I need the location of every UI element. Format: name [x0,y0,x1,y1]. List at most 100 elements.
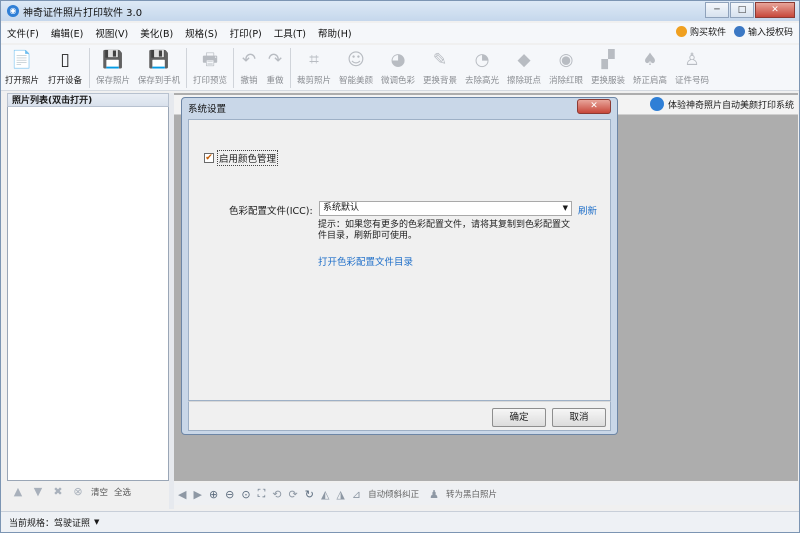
title-bar[interactable]: ◉ 神奇证件照片打印软件 3.0 ─ □ ✕ [1,1,799,21]
correct-shoulder-label: 矫正肩高 [632,76,667,86]
hint-text: 提示：如果您有更多的色彩配置文件，请将其复制到色彩配置文件目录，刷新即可使用。 [318,220,571,241]
to-bw-button[interactable]: 转为黑白照片 [446,488,497,500]
menu-tools[interactable]: 工具(T) [268,26,312,40]
menu-help[interactable]: 帮助(H) [312,26,358,40]
clear-button[interactable]: 清空 [91,486,108,498]
undo-label: 撤销 [240,76,258,86]
icc-profile-value: 系统默认 [323,203,360,213]
zoom-fit-icon[interactable]: ⊙ [241,488,250,501]
flip-horizontal-icon[interactable]: ◭ [321,488,329,501]
clothes-icon: ▞ [601,50,615,70]
toolbar-separator [233,48,234,88]
open-device-button[interactable]: ▯ 打开设备 [43,45,87,91]
remove-icon[interactable]: ⊗ [71,485,85,499]
id-number-label: 证件号码 [674,76,709,86]
license-link[interactable]: 输入授权码 [748,25,793,38]
menu-print[interactable]: 打印(P) [224,26,268,40]
menu-spec[interactable]: 规格(S) [179,26,223,40]
close-button[interactable]: ✕ [755,2,795,18]
undo-button[interactable]: ↶ 撤销 [236,45,262,91]
menu-view[interactable]: 视图(V) [89,26,134,40]
erase-spots-button[interactable]: ◆ 擦除斑点 [503,45,545,91]
minimize-button[interactable]: ─ [705,2,729,18]
save-to-phone-button[interactable]: 💾 保存到手机 [134,45,184,91]
menu-beautify[interactable]: 美化(B) [134,26,179,40]
move-up-icon[interactable]: ▲ [11,485,25,499]
zoom-out-icon[interactable]: ⊖ [225,488,234,501]
save-to-phone-label: 保存到手机 [137,76,181,86]
previous-icon[interactable]: ◀ [178,488,186,501]
toolbar-separator [89,48,90,88]
print-preview-icon: 🖶 [201,50,219,70]
dialog-close-button[interactable]: ✕ [577,99,611,114]
print-preview-button[interactable]: 🖶 打印预览 [189,45,231,91]
user-icon [733,26,745,37]
app-logo-icon: ◉ [7,5,19,17]
id-number-button[interactable]: ♙ 证件号码 [671,45,713,91]
toolbar-separator [290,48,291,88]
fullscreen-icon[interactable]: ⛶ [258,487,266,501]
erase-spots-label: 擦除斑点 [506,76,541,86]
redo-button[interactable]: ↷ 重做 [262,45,288,91]
chevron-down-icon[interactable]: ▼ [94,518,99,526]
promo-link[interactable]: 体验神奇照片自动美颜打印系统 [649,97,794,111]
next-icon[interactable]: ▶ [193,488,201,501]
smart-beauty-button[interactable]: ☺ 智能美颜 [335,45,377,91]
refresh-link[interactable]: 刷新 [578,203,597,217]
remove-highlight-button[interactable]: ◔ 去除高光 [461,45,503,91]
menu-file[interactable]: 文件(F) [1,26,45,40]
ok-button[interactable]: 确定 [492,408,546,427]
cancel-button[interactable]: 取消 [552,408,606,427]
menu-bar: 文件(F) 编辑(E) 视图(V) 美化(B) 规格(S) 打印(P) 工具(T… [1,23,799,43]
crop-photo-button[interactable]: ⌗ 裁剪照片 [293,45,335,91]
system-settings-dialog: 系统设置 ✕ ✔ 启用颜色管理 色彩配置文件(ICC): 系统默认 ▼ 刷新 提… [181,97,618,435]
adjust-color-button[interactable]: ◕ 微调色彩 [377,45,419,91]
open-photo-icon: 📄 [11,50,33,70]
remove-highlight-label: 去除高光 [464,76,499,86]
brush-icon: ✎ [432,50,448,70]
id-number-icon: ♙ [684,50,700,70]
edit-toolbar: ◀ ▶ ⊕ ⊖ ⊙ ⛶ ⟲ ⟳ ↻ ◭ ◮ ⊿ 自动倾斜纠正 ♟ 转为黑白照片 [174,483,798,505]
dialog-body: ✔ 启用颜色管理 色彩配置文件(ICC): 系统默认 ▼ 刷新 提示：如果您有更… [188,119,611,401]
zoom-in-icon[interactable]: ⊕ [209,488,218,501]
open-device-label: 打开设备 [47,76,82,86]
printer-app-icon [649,97,664,111]
move-down-icon[interactable]: ▼ [31,485,45,499]
enable-color-checkbox[interactable]: ✔ [204,153,214,163]
save-photo-button[interactable]: 💾 保存照片 [92,45,134,91]
rotate-left-icon[interactable]: ⟲ [272,488,281,501]
person-icon: ♟ [429,487,439,501]
refresh-icon[interactable]: ↻ [305,488,314,501]
dialog-footer: 确定 取消 [188,401,611,431]
redo-label: 重做 [266,76,284,86]
select-all-button[interactable]: 全选 [114,486,131,498]
photo-list[interactable] [7,107,169,481]
open-photo-button[interactable]: 📄 打开照片 [1,45,43,91]
enable-color-management-row[interactable]: ✔ 启用颜色管理 [204,150,279,166]
remove-redeye-label: 消除红眼 [548,76,583,86]
eye-icon: ◉ [558,50,574,70]
open-photo-label: 打开照片 [4,76,39,86]
highlight-remove-icon: ◔ [474,50,490,70]
auto-skew-icon: ⊿ [351,487,362,501]
dialog-title-bar[interactable]: 系统设置 ✕ [182,98,617,118]
flip-vertical-icon[interactable]: ◮ [336,488,344,501]
beauty-icon: ☺ [347,50,365,70]
maximize-button[interactable]: □ [730,2,754,18]
delete-icon[interactable]: ✖ [51,485,65,499]
rotate-right-icon[interactable]: ⟳ [289,488,298,501]
icc-profile-select[interactable]: 系统默认 ▼ [319,201,572,216]
buy-software-link[interactable]: 购买软件 [690,25,726,38]
change-background-button[interactable]: ✎ 更换背景 [419,45,461,91]
current-spec-label[interactable]: 当前规格：驾驶证照 [9,516,90,529]
save-photo-icon: 💾 [102,50,124,70]
menu-edit[interactable]: 编辑(E) [45,26,89,40]
auto-skew-button[interactable]: 自动倾斜纠正 [368,488,419,500]
correct-shoulder-button[interactable]: ♠ 矫正肩高 [629,45,671,91]
open-icc-directory-link[interactable]: 打开色彩配置文件目录 [318,254,413,268]
photo-list-panel: 照片列表(双击打开) ▲ ▼ ✖ ⊗ 清空 全选 [7,93,169,509]
remove-redeye-button[interactable]: ◉ 消除红眼 [545,45,587,91]
change-clothes-button[interactable]: ▞ 更换服装 [587,45,629,91]
photo-list-toolbar: ▲ ▼ ✖ ⊗ 清空 全选 [7,481,169,503]
eraser-icon: ◆ [517,50,531,70]
